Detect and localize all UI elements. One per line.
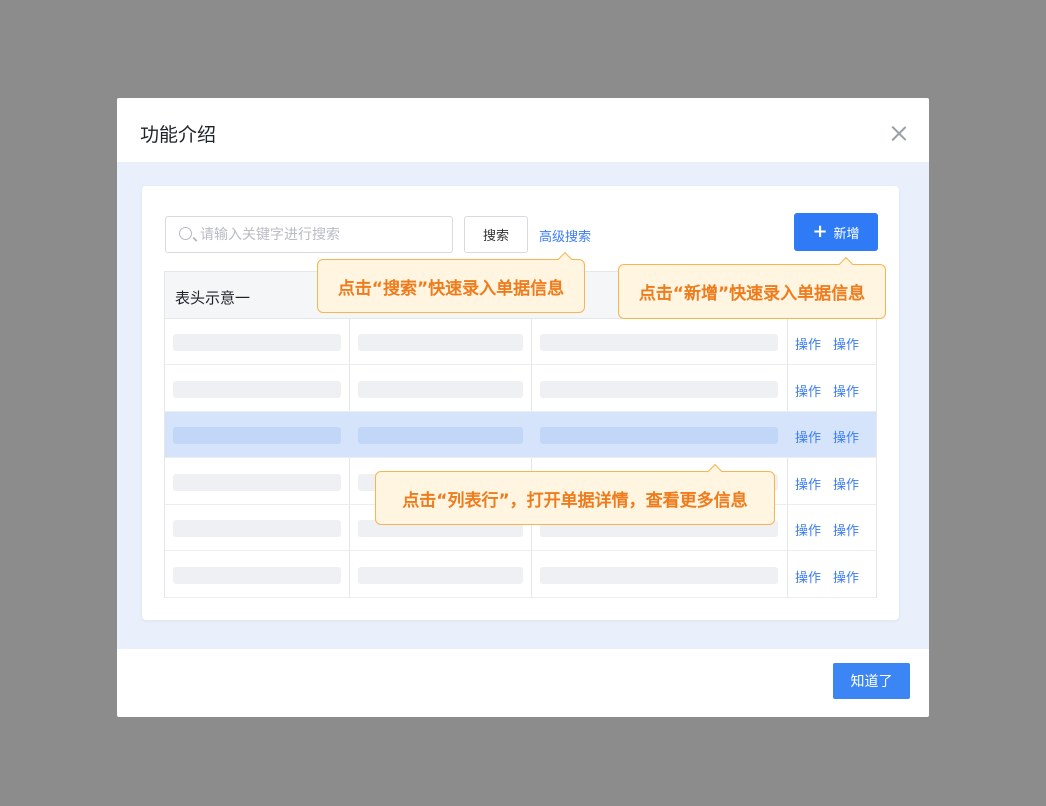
row-action-link[interactable]: 操作 — [833, 567, 859, 586]
row-action-link[interactable]: 操作 — [795, 474, 821, 493]
placeholder-cell — [358, 334, 523, 351]
row-action-link[interactable]: 操作 — [833, 520, 859, 539]
plus-icon: + — [812, 221, 828, 242]
demo-card: 搜索 高级搜索 + 新增 表头示意一 操作操作操作操作操作操作操作操作操作操作操… — [142, 186, 899, 620]
row-action-link[interactable]: 操作 — [795, 520, 821, 539]
table-row[interactable]: 操作 操作 — [165, 552, 876, 598]
search-box[interactable] — [165, 216, 453, 253]
modal-body: 搜索 高级搜索 + 新增 表头示意一 操作操作操作操作操作操作操作操作操作操作操… — [117, 162, 929, 649]
add-button-label: 新增 — [833, 226, 860, 242]
column-header: 表头示意一 — [175, 289, 251, 307]
row-callout-text: 点击“列表行”，打开单据详情，查看更多信息 — [402, 490, 748, 511]
add-callout: 点击“新增”快速录入单据信息 — [618, 256, 886, 319]
row-action-link[interactable]: 操作 — [795, 567, 821, 586]
search-callout: 点击“搜索”快速录入单据信息 — [317, 251, 585, 313]
placeholder-cell — [358, 380, 523, 398]
placeholder-cell — [173, 520, 341, 537]
row-action-link[interactable]: 操作 — [795, 381, 821, 400]
placeholder-cell — [540, 334, 778, 351]
placeholder-cell — [540, 427, 778, 444]
placeholder-cell — [173, 427, 341, 444]
data-table: 表头示意一 操作 操作 操作 操作 操作 操作 操作 操作 操作 操作 操作 操作 — [164, 271, 877, 598]
row-action-link[interactable]: 操作 — [795, 334, 821, 353]
placeholder-cell — [173, 334, 341, 351]
close-icon[interactable] — [891, 125, 907, 141]
search-callout-text: 点击“搜索”快速录入单据信息 — [337, 278, 565, 299]
modal-title: 功能介绍 — [140, 124, 217, 146]
add-button[interactable]: + 新增 — [794, 213, 878, 251]
placeholder-cell — [358, 427, 523, 444]
search-button[interactable]: 搜索 — [464, 216, 528, 253]
placeholder-cell — [540, 566, 778, 584]
table-row[interactable]: 操作 操作 — [165, 412, 876, 458]
row-action-link[interactable]: 操作 — [795, 427, 821, 446]
table-row[interactable]: 操作 操作 — [165, 319, 876, 365]
search-input[interactable] — [200, 225, 440, 245]
row-action-link[interactable]: 操作 — [833, 334, 859, 353]
row-action-link[interactable]: 操作 — [833, 474, 859, 493]
got-it-button[interactable]: 知道了 — [833, 663, 910, 699]
table-row[interactable]: 操作 操作 — [165, 366, 876, 412]
add-callout-text: 点击“新增”快速录入单据信息 — [638, 284, 866, 304]
callout-arrow — [557, 251, 573, 267]
modal-header: 功能介绍 — [117, 98, 929, 162]
row-action-link[interactable]: 操作 — [833, 381, 859, 400]
advanced-search-link[interactable]: 高级搜索 — [539, 226, 591, 245]
search-icon — [179, 227, 192, 240]
placeholder-cell — [173, 380, 341, 398]
callout-arrow — [838, 256, 854, 272]
row-callout: 点击“列表行”，打开单据详情，查看更多信息 — [375, 463, 775, 525]
row-action-link[interactable]: 操作 — [833, 427, 859, 446]
placeholder-cell — [358, 566, 523, 584]
placeholder-cell — [540, 380, 778, 398]
placeholder-cell — [173, 566, 341, 584]
modal-footer: 知道了 — [117, 649, 929, 717]
feature-intro-modal: 功能介绍 搜索 高级搜索 + 新增 表头示意一 操作操作操作操作操作操作操作操作 — [117, 98, 929, 717]
placeholder-cell — [173, 473, 341, 491]
